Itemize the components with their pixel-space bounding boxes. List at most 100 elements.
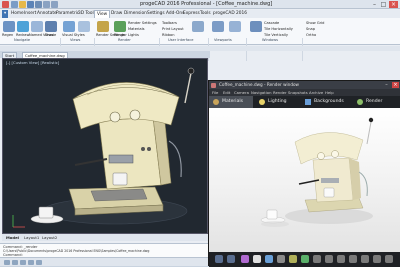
render-settings-small[interactable]: Render Settings xyxy=(128,21,157,25)
render-icon[interactable] xyxy=(114,21,126,32)
grid-toggle-icon[interactable] xyxy=(12,260,18,265)
polar-toggle-icon[interactable] xyxy=(28,260,34,265)
close-button[interactable]: × xyxy=(389,1,398,8)
tab-tools[interactable]: Tools xyxy=(200,10,211,18)
fit-view-icon[interactable] xyxy=(361,255,369,263)
environment-icon[interactable] xyxy=(301,255,309,263)
viewport-config-icon[interactable] xyxy=(229,21,241,32)
tab-annotate[interactable]: Annotate xyxy=(37,10,57,18)
layout-tab-model[interactable]: Model xyxy=(6,235,19,241)
render-tab-backgrounds[interactable]: Backgrounds xyxy=(301,96,351,108)
tile-vertical-item[interactable]: Tile Vertically xyxy=(264,33,288,37)
visual-styles-icon[interactable] xyxy=(63,21,75,32)
camera-icon[interactable] xyxy=(277,255,285,263)
render-toolbar xyxy=(209,252,400,267)
title-bar: progeCAD 2016 Professional - [Coffee_mac… xyxy=(0,0,400,9)
toolbars-item[interactable]: Toolbars xyxy=(162,21,177,25)
maximize-button[interactable]: □ xyxy=(379,1,388,8)
new-icon[interactable] xyxy=(11,1,18,8)
undo-icon[interactable] xyxy=(43,1,50,8)
render-label: Render xyxy=(114,33,127,37)
application-menu-button[interactable]: ▾ xyxy=(2,10,9,18)
render-minimize-button[interactable]: – xyxy=(383,82,390,88)
coffee-machine-wireframe xyxy=(12,67,195,228)
undo-icon[interactable] xyxy=(215,255,223,263)
redo-icon[interactable] xyxy=(227,255,235,263)
tab-insert[interactable]: Insert xyxy=(24,10,36,18)
snapshot-icon[interactable] xyxy=(373,255,381,263)
zoom-icon[interactable] xyxy=(337,255,345,263)
move-icon[interactable] xyxy=(313,255,321,263)
named-views-icon[interactable] xyxy=(31,21,43,32)
render-menu-bar: File Edit Camera Navigation Render Snaps… xyxy=(209,89,400,96)
show-grid-checkbox[interactable]: Show Grid xyxy=(306,21,324,25)
layout-tab-layout1[interactable]: Layout1 xyxy=(24,235,39,241)
cascade-item[interactable]: Cascade xyxy=(264,21,279,25)
document-tabs: Start Coffee_machine.dwg xyxy=(0,51,210,58)
tab-add-ons[interactable]: Add-Ons xyxy=(166,10,184,18)
sphere-preview-icon[interactable] xyxy=(253,255,261,263)
redraw-icon[interactable] xyxy=(17,21,29,32)
render-tab-icon xyxy=(357,99,363,105)
tab-view[interactable]: View xyxy=(94,10,111,18)
materials-small[interactable]: Materials xyxy=(128,27,144,31)
render-preview[interactable] xyxy=(209,108,400,252)
shade-icon[interactable] xyxy=(45,21,57,32)
texture-icon[interactable] xyxy=(265,255,273,263)
regen-icon[interactable] xyxy=(3,21,15,32)
ortho-checkbox[interactable]: Ortho xyxy=(306,33,316,37)
window-title: progeCAD 2016 Professional - [Coffee_mac… xyxy=(140,1,273,7)
layout-tab-layout2[interactable]: Layout2 xyxy=(42,235,57,241)
views-cube-icon[interactable] xyxy=(78,21,90,32)
tab-progecad[interactable]: progeCAD 2016 xyxy=(213,10,247,18)
tab-parametric[interactable]: Parametric xyxy=(56,10,79,18)
backgrounds-icon xyxy=(305,99,311,105)
open-icon[interactable] xyxy=(19,1,26,8)
lights-small[interactable]: Lights xyxy=(128,33,139,37)
render-menu-snapshots[interactable]: Snapshots xyxy=(288,89,308,96)
ortho-toggle-icon[interactable] xyxy=(20,260,26,265)
render-tabs: Materials Lighting Backgrounds Render xyxy=(209,96,400,108)
print-icon[interactable] xyxy=(35,1,42,8)
minimize-button[interactable]: – xyxy=(370,1,379,8)
tab-settings[interactable]: Settings xyxy=(147,10,165,18)
light-icon[interactable] xyxy=(289,255,297,263)
material-editor-icon[interactable] xyxy=(241,255,249,263)
render-menu-archive[interactable]: Archive xyxy=(309,89,323,96)
render-menu-render[interactable]: Render xyxy=(273,89,287,96)
osnap-toggle-icon[interactable] xyxy=(36,260,42,265)
render-menu-camera[interactable]: Camera xyxy=(234,89,249,96)
ribbon-item[interactable]: Ribbon xyxy=(162,33,175,37)
snap-toggle-icon[interactable] xyxy=(4,260,10,265)
rotate-icon[interactable] xyxy=(325,255,333,263)
render-tab-render-label: Render xyxy=(366,99,383,104)
render-settings-icon[interactable] xyxy=(97,21,109,32)
visual-styles-label: Visual Styles xyxy=(62,33,85,37)
tab-home[interactable]: Home xyxy=(11,10,24,18)
tile-horizontal-item[interactable]: Tile Horizontally xyxy=(264,27,293,31)
fullscreen-icon[interactable] xyxy=(385,255,393,263)
render-menu-edit[interactable]: Edit xyxy=(223,89,230,96)
save-icon[interactable] xyxy=(27,1,34,8)
snap-checkbox[interactable]: Snap xyxy=(306,27,315,31)
render-tab-render[interactable]: Render xyxy=(353,96,400,108)
tab-dimension[interactable]: Dimension xyxy=(124,10,147,18)
tab-draw[interactable]: Draw xyxy=(111,10,122,18)
render-tab-materials[interactable]: Materials xyxy=(209,96,253,108)
cascade-icon[interactable] xyxy=(250,21,262,32)
render-menu-navigation[interactable]: Navigation xyxy=(251,89,271,96)
redo-icon[interactable] xyxy=(51,1,58,8)
render-menu-help[interactable]: Help xyxy=(325,89,334,96)
render-menu-file[interactable]: File xyxy=(212,89,218,96)
viewports-icon[interactable] xyxy=(212,21,224,32)
regen-label: Regen xyxy=(2,33,14,37)
pan-icon[interactable] xyxy=(349,255,357,263)
ui-icon[interactable] xyxy=(192,21,204,32)
app-logo-icon[interactable] xyxy=(2,1,9,8)
print-layout-item[interactable]: Print Layout xyxy=(162,27,184,31)
tab-express[interactable]: Express xyxy=(183,10,200,18)
layout-tabs: Model Layout1 Layout2 xyxy=(2,234,208,241)
render-tab-lighting[interactable]: Lighting xyxy=(255,96,299,108)
drawing-viewport[interactable]: [-] [Custom View] [Realistic] xyxy=(2,58,208,234)
render-close-button[interactable]: × xyxy=(392,82,399,88)
